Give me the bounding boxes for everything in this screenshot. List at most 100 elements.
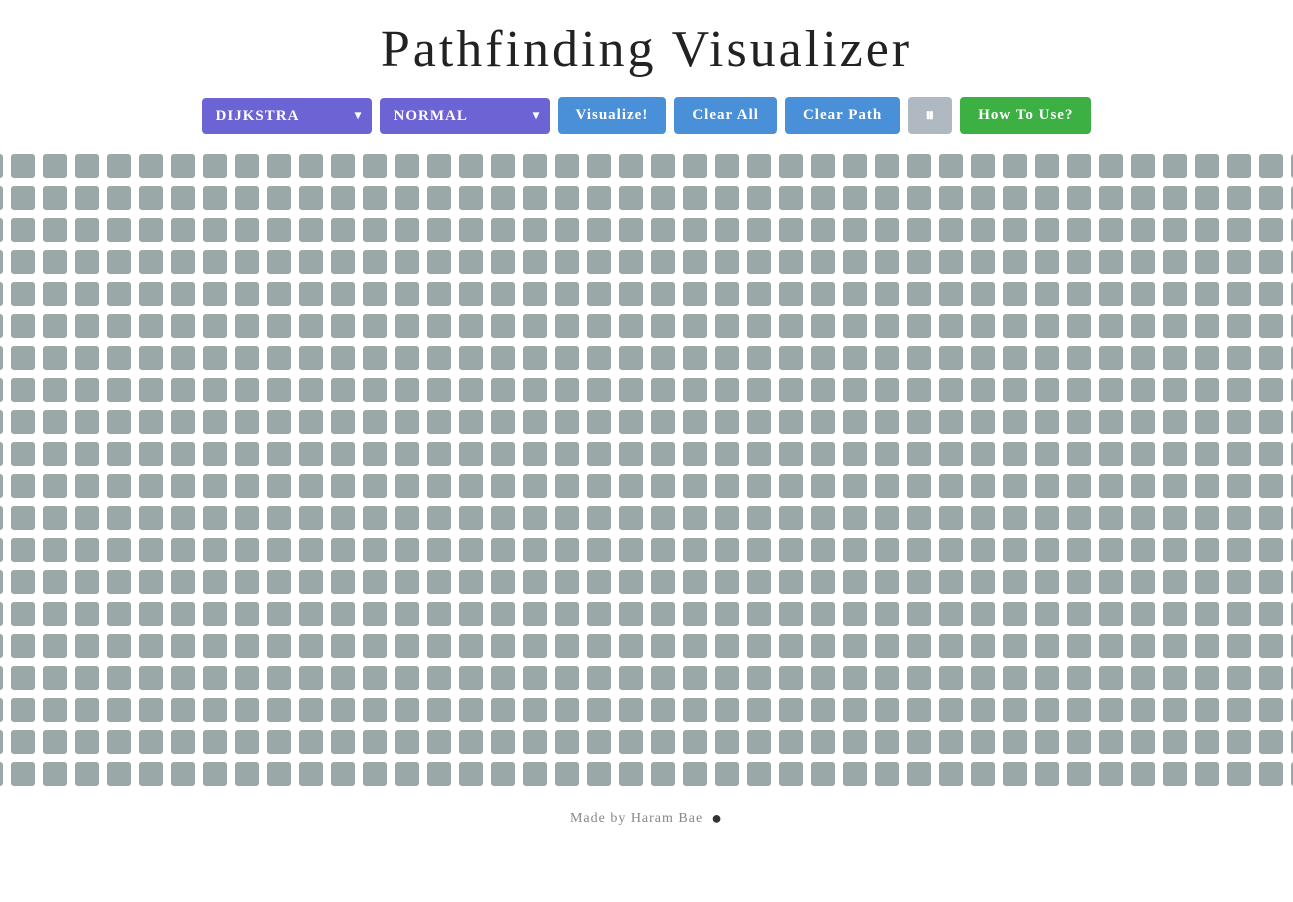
grid-cell[interactable] — [683, 378, 707, 402]
grid-cell[interactable] — [11, 634, 35, 658]
grid-cell[interactable] — [1035, 250, 1059, 274]
grid-cell[interactable] — [1227, 186, 1251, 210]
grid-cell[interactable] — [843, 762, 867, 786]
grid-cell[interactable] — [1163, 314, 1187, 338]
grid-cell[interactable] — [1195, 282, 1219, 306]
grid-cell[interactable] — [715, 250, 739, 274]
grid-cell[interactable] — [43, 346, 67, 370]
grid-cell[interactable] — [75, 186, 99, 210]
grid-cell[interactable] — [555, 442, 579, 466]
grid-cell[interactable] — [811, 634, 835, 658]
grid-cell[interactable] — [907, 154, 931, 178]
grid-cell[interactable] — [427, 154, 451, 178]
grid-cell[interactable] — [939, 762, 963, 786]
grid-cell[interactable] — [907, 314, 931, 338]
grid-cell[interactable] — [171, 602, 195, 626]
grid-cell[interactable] — [395, 506, 419, 530]
grid-cell[interactable] — [267, 154, 291, 178]
grid-cell[interactable] — [651, 346, 675, 370]
grid-cell[interactable] — [715, 666, 739, 690]
grid-cell[interactable] — [843, 634, 867, 658]
grid-cell[interactable] — [555, 730, 579, 754]
grid-cell[interactable] — [1099, 506, 1123, 530]
grid-cell[interactable] — [0, 538, 3, 562]
grid-cell[interactable] — [715, 186, 739, 210]
grid-cell[interactable] — [587, 250, 611, 274]
grid-cell[interactable] — [811, 314, 835, 338]
grid-cell[interactable] — [267, 730, 291, 754]
grid-cell[interactable] — [459, 314, 483, 338]
grid-cell[interactable] — [0, 378, 3, 402]
grid-cell[interactable] — [427, 762, 451, 786]
grid-cell[interactable] — [971, 570, 995, 594]
grid-cell[interactable] — [139, 634, 163, 658]
grid-cell[interactable] — [107, 250, 131, 274]
grid-cell[interactable] — [1227, 730, 1251, 754]
grid-cell[interactable] — [363, 666, 387, 690]
grid-cell[interactable] — [1131, 314, 1155, 338]
grid-cell[interactable] — [811, 666, 835, 690]
grid-cell[interactable] — [779, 154, 803, 178]
grid-cell[interactable] — [811, 602, 835, 626]
grid-cell[interactable] — [971, 410, 995, 434]
grid-cell[interactable] — [779, 666, 803, 690]
visualize-button[interactable]: Visualize! — [558, 97, 667, 134]
grid-cell[interactable] — [587, 346, 611, 370]
grid-cell[interactable] — [427, 730, 451, 754]
grid-cell[interactable] — [1067, 410, 1091, 434]
grid-cell[interactable] — [1195, 314, 1219, 338]
grid-cell[interactable] — [1195, 474, 1219, 498]
grid-cell[interactable] — [1163, 250, 1187, 274]
grid-cell[interactable] — [875, 698, 899, 722]
grid-cell[interactable] — [331, 762, 355, 786]
grid-cell[interactable] — [939, 250, 963, 274]
grid-cell[interactable] — [459, 378, 483, 402]
grid-cell[interactable] — [715, 474, 739, 498]
grid-cell[interactable] — [1131, 442, 1155, 466]
grid-cell[interactable] — [555, 314, 579, 338]
grid-cell[interactable] — [779, 186, 803, 210]
grid-cell[interactable] — [747, 570, 771, 594]
grid-cell[interactable] — [939, 378, 963, 402]
grid-cell[interactable] — [779, 506, 803, 530]
grid-cell[interactable] — [363, 378, 387, 402]
grid-cell[interactable] — [75, 666, 99, 690]
grid-cell[interactable] — [1131, 730, 1155, 754]
grid-cell[interactable] — [1131, 282, 1155, 306]
grid-cell[interactable] — [971, 634, 995, 658]
grid-cell[interactable] — [651, 730, 675, 754]
grid-cell[interactable] — [267, 346, 291, 370]
grid-cell[interactable] — [587, 314, 611, 338]
grid-cell[interactable] — [939, 730, 963, 754]
grid-cell[interactable] — [11, 378, 35, 402]
grid-cell[interactable] — [1163, 474, 1187, 498]
grid-cell[interactable] — [1131, 250, 1155, 274]
grid-cell[interactable] — [619, 346, 643, 370]
grid-cell[interactable] — [1035, 378, 1059, 402]
grid-cell[interactable] — [491, 346, 515, 370]
grid-cell[interactable] — [43, 154, 67, 178]
grid-cell[interactable] — [11, 762, 35, 786]
grid-cell[interactable] — [43, 506, 67, 530]
grid-cell[interactable] — [1067, 282, 1091, 306]
grid-cell[interactable] — [587, 506, 611, 530]
grid-cell[interactable] — [299, 506, 323, 530]
grid-cell[interactable] — [971, 474, 995, 498]
grid-cell[interactable] — [267, 634, 291, 658]
grid-cell[interactable] — [107, 186, 131, 210]
grid-cell[interactable] — [875, 186, 899, 210]
grid-cell[interactable] — [1067, 634, 1091, 658]
grid-cell[interactable] — [555, 698, 579, 722]
grid-cell[interactable] — [1003, 442, 1027, 466]
grid-cell[interactable] — [0, 218, 3, 242]
grid-cell[interactable] — [939, 538, 963, 562]
grid-cell[interactable] — [363, 570, 387, 594]
grid-cell[interactable] — [523, 314, 547, 338]
grid-cell[interactable] — [875, 154, 899, 178]
grid-cell[interactable] — [651, 602, 675, 626]
grid-cell[interactable] — [555, 154, 579, 178]
grid-cell[interactable] — [1131, 602, 1155, 626]
grid-cell[interactable] — [555, 762, 579, 786]
grid-cell[interactable] — [1067, 602, 1091, 626]
grid-cell[interactable] — [331, 570, 355, 594]
